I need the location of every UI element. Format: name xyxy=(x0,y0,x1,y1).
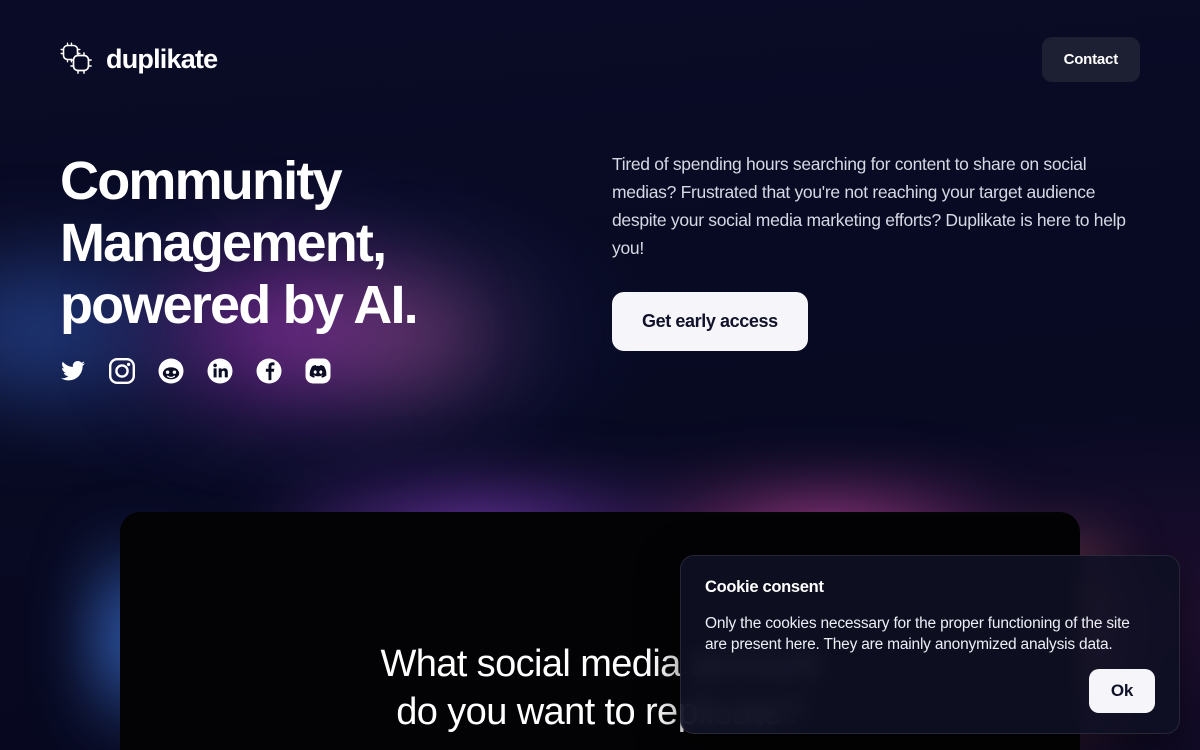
social-links-row xyxy=(60,358,560,384)
hero-left-column: Community Management, powered by AI. xyxy=(0,150,560,420)
hero-headline: Community Management, powered by AI. xyxy=(60,150,560,336)
hero-paragraph: Tired of spending hours searching for co… xyxy=(612,154,1126,258)
twitter-icon[interactable] xyxy=(60,358,86,384)
cookie-consent-actions: Ok xyxy=(705,669,1155,713)
hero-right-column: Tired of spending hours searching for co… xyxy=(560,150,1200,384)
get-early-access-button[interactable]: Get early access xyxy=(612,292,808,351)
headline-line-1: Community xyxy=(60,151,343,211)
headline-line-2: Management, xyxy=(60,213,387,273)
cookie-consent-dialog: Cookie consent Only the cookies necessar… xyxy=(680,555,1180,734)
cookie-ok-button[interactable]: Ok xyxy=(1088,669,1155,713)
page-root: duplikate Contact Community Management, … xyxy=(0,0,1200,750)
site-header: duplikate Contact xyxy=(0,0,1200,118)
hero-section: Community Management, powered by AI. Tir… xyxy=(0,150,1200,420)
facebook-icon[interactable] xyxy=(256,358,282,384)
brand-name: duplikate xyxy=(106,43,218,74)
brand-logo[interactable]: duplikate xyxy=(60,42,218,76)
discord-icon[interactable] xyxy=(305,358,331,384)
linkedin-icon[interactable] xyxy=(207,358,233,384)
contact-button[interactable]: Contact xyxy=(1041,36,1140,82)
cookie-consent-title: Cookie consent xyxy=(705,578,824,596)
headline-line-3: powered by AI. xyxy=(60,275,419,335)
reddit-icon[interactable] xyxy=(158,358,184,384)
cookie-consent-body: Only the cookies necessary for the prope… xyxy=(705,615,1130,653)
instagram-icon[interactable] xyxy=(109,358,135,384)
chip-logo-icon xyxy=(60,42,94,76)
